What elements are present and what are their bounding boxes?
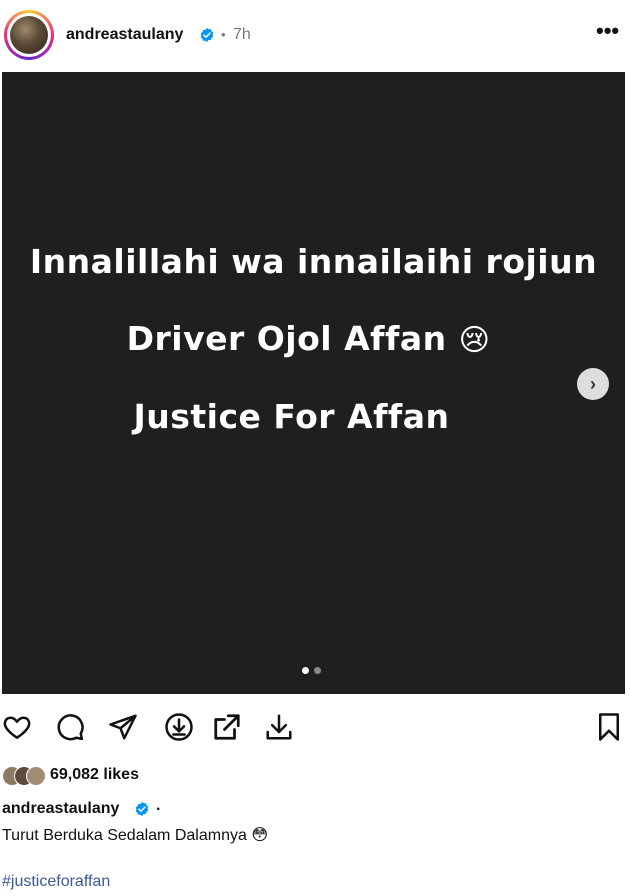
post-actions [0, 704, 630, 752]
avatar[interactable] [4, 10, 54, 60]
heart-icon [3, 716, 31, 739]
chevron-right-icon: › [590, 373, 596, 394]
open-external-button[interactable] [210, 710, 244, 744]
liker-avatars[interactable] [2, 766, 48, 786]
separator-dot: • [221, 27, 226, 42]
verified-badge-icon [135, 802, 149, 816]
hashtag-link[interactable]: #justiceforaffan [2, 873, 110, 891]
bookmark-icon [599, 713, 619, 741]
comment-icon [57, 714, 84, 741]
download-circle-icon [165, 713, 193, 741]
username-link[interactable]: andreastaulany [66, 26, 183, 44]
crying-face-emoji: 😢 [458, 323, 491, 358]
save-button[interactable] [592, 710, 626, 744]
media-text-line-2: Driver Ojol Affan 😢 [0, 319, 620, 358]
liker-avatar [26, 766, 46, 786]
media-text-line-1: Innalillahi wa innailaihi rojiun [29, 242, 598, 281]
carousel-dot-active [302, 667, 309, 674]
verified-badge-icon [200, 28, 214, 42]
carousel-next-button[interactable]: › [577, 368, 609, 400]
post-header: andreastaulany • 7h ••• [0, 0, 630, 72]
post-timestamp[interactable]: 7h [233, 26, 251, 44]
open-external-icon [214, 714, 240, 740]
likes-count[interactable]: 69,082 likes [50, 766, 139, 784]
caption-text: Turut Berduka Sedalam Dalamnya 😳 [2, 825, 268, 845]
download-circle-button[interactable] [162, 710, 196, 744]
download-button[interactable] [262, 710, 296, 744]
flushed-face-emoji: 😳 [251, 827, 268, 844]
media-text-line-2-text: Driver Ojol Affan [126, 319, 447, 358]
comment-button[interactable] [53, 710, 87, 744]
caption-text-body: Turut Berduka Sedalam Dalamnya [2, 827, 247, 844]
caption-username[interactable]: andreastaulany [2, 800, 119, 818]
download-icon [266, 714, 292, 740]
like-button[interactable] [0, 710, 34, 744]
post-media[interactable]: Innalillahi wa innailaihi rojiun Driver … [2, 72, 625, 694]
share-icon [109, 714, 137, 740]
carousel-dot [314, 667, 321, 674]
media-text-line-3: Justice For Affan [133, 397, 450, 436]
avatar-image [10, 16, 48, 54]
carousel-indicator [302, 667, 321, 674]
share-button[interactable] [106, 710, 140, 744]
caption-first-line: . [156, 797, 161, 814]
more-options-icon[interactable]: ••• [596, 20, 619, 42]
